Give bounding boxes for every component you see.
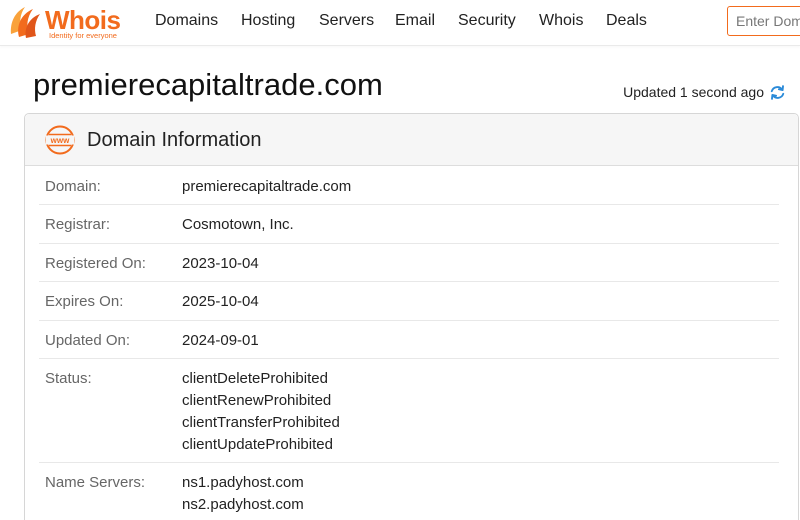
domain-info-card: www Domain Information Domain: premierec… xyxy=(24,113,799,520)
info-row-updated-on: Updated On: 2024-09-01 xyxy=(39,321,779,359)
value-line: 2024-09-01 xyxy=(182,332,259,349)
nav-domains[interactable]: Domains xyxy=(155,11,218,31)
nav-deals[interactable]: Deals xyxy=(606,11,647,31)
name-server-line: ns2.padyhost.com xyxy=(182,496,304,513)
info-row-status: Status: clientDeleteProhibited clientRen… xyxy=(39,359,779,463)
nav-security[interactable]: Security xyxy=(458,11,516,31)
nav-hosting[interactable]: Hosting xyxy=(241,11,295,31)
row-label: Status: xyxy=(45,370,92,387)
row-value: 2023-10-04 xyxy=(182,253,259,275)
value-line: premierecapitaltrade.com xyxy=(182,178,352,195)
info-row-registrar: Registrar: Cosmotown, Inc. xyxy=(39,205,779,244)
value-line: 2025-10-04 xyxy=(182,293,259,310)
row-label: Name Servers: xyxy=(45,474,146,491)
www-icon: www xyxy=(45,125,75,155)
value-line: 2023-10-04 xyxy=(182,255,259,272)
row-value: ns1.padyhost.com ns2.padyhost.com xyxy=(182,472,304,516)
card-header: www Domain Information xyxy=(25,114,798,166)
update-status: Updated 1 second ago xyxy=(623,82,786,102)
row-value: 2025-10-04 xyxy=(182,291,259,313)
name-server-line: ns1.padyhost.com xyxy=(182,474,304,491)
logo-tagline: Identity for everyone xyxy=(49,31,117,40)
row-label: Registered On: xyxy=(45,255,146,272)
info-row-name-servers: Name Servers: ns1.padyhost.com ns2.padyh… xyxy=(39,463,779,520)
card-title: Domain Information xyxy=(87,129,262,151)
row-label: Updated On: xyxy=(45,332,131,349)
top-navbar: Whois Identity for everyone Domains Host… xyxy=(0,0,800,46)
value-line: Cosmotown, Inc. xyxy=(182,216,294,233)
status-line: clientDeleteProhibited xyxy=(182,370,328,387)
nav-servers[interactable]: Servers xyxy=(319,11,374,31)
svg-text:www: www xyxy=(50,136,70,145)
row-value: premierecapitaltrade.com xyxy=(182,176,351,198)
nav-email[interactable]: Email xyxy=(395,11,435,31)
refresh-icon[interactable] xyxy=(769,84,786,101)
status-line: clientTransferProhibited xyxy=(182,414,340,431)
whois-logo[interactable]: Whois Identity for everyone xyxy=(7,4,132,40)
page-title: premierecapitaltrade.com xyxy=(33,67,383,102)
status-line: clientUpdateProhibited xyxy=(182,436,333,453)
status-line: clientRenewProhibited xyxy=(182,392,332,409)
info-row-expires-on: Expires On: 2025-10-04 xyxy=(39,282,779,321)
domain-search-input[interactable] xyxy=(727,6,800,36)
row-label: Registrar: xyxy=(45,216,111,233)
row-value: Cosmotown, Inc. xyxy=(182,214,294,236)
info-row-registered-on: Registered On: 2023-10-04 xyxy=(39,244,779,282)
row-value: 2024-09-01 xyxy=(182,330,259,352)
row-label: Domain: xyxy=(45,178,101,195)
row-label: Expires On: xyxy=(45,293,124,310)
logo-mark-icon xyxy=(10,7,40,38)
info-row-domain: Domain: premierecapitaltrade.com xyxy=(39,167,779,205)
row-value: clientDeleteProhibited clientRenewProhib… xyxy=(182,368,340,456)
updated-timestamp: Updated 1 second ago xyxy=(623,84,764,100)
nav-whois[interactable]: Whois xyxy=(539,11,583,31)
